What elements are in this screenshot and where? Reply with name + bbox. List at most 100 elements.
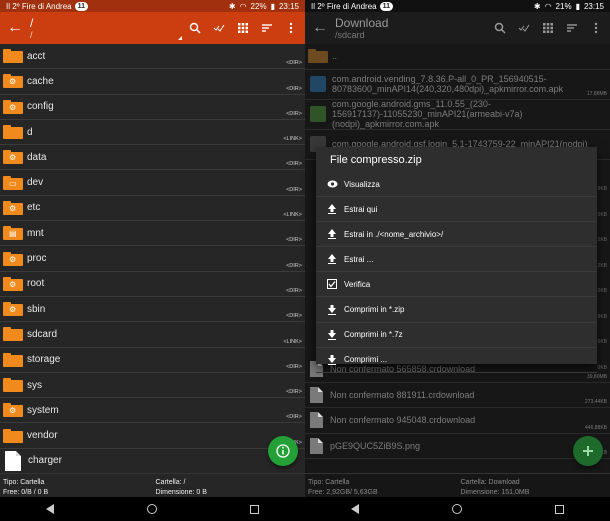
carrier-label: Il 2º Fire di Andrea <box>311 1 377 11</box>
list-item[interactable]: ⚙ data <DIR> <box>0 145 305 171</box>
dialog-option-label: Estrai in ./<nome_archivio>/ <box>344 229 444 239</box>
folder-icon <box>3 49 23 64</box>
folder-icon: ▤ <box>3 226 23 241</box>
dialog-option[interactable]: Estrai qui <box>316 197 597 223</box>
toolbar: ← / / <box>0 12 305 44</box>
list-item[interactable]: ⚙ proc <DIR> <box>0 246 305 272</box>
list-item[interactable]: ▤ mnt <DIR> <box>0 221 305 247</box>
item-name: sys <box>27 379 42 391</box>
nav-bar <box>305 497 610 521</box>
list-item[interactable]: sys <DIR> <box>0 373 305 399</box>
checkbox-icon <box>322 279 342 290</box>
download-icon <box>322 304 342 315</box>
dialog-option[interactable]: Comprimi in *.zip <box>316 297 597 323</box>
item-name: vendor <box>27 430 58 442</box>
info-footer: Tipo: Cartella Free: 0/B / 0 B Cartella:… <box>0 473 305 498</box>
sort-icon[interactable] <box>261 22 273 34</box>
list-item[interactable]: sdcard <LINK> <box>0 322 305 348</box>
item-type-tag: <DIR> <box>286 414 302 421</box>
list-item-parent[interactable]: .. <box>305 44 610 70</box>
list-item[interactable]: ⚙ etc <LINK> <box>0 196 305 222</box>
dialog-option[interactable]: Visualizza <box>316 172 597 198</box>
dialog-option-label: Comprimi in *.zip <box>344 305 405 315</box>
clock: 23:15 <box>278 1 299 11</box>
archive-context-dialog: File compresso.zip Visualizza Estrai qui E… <box>316 147 597 373</box>
item-type-tag: <DIR> <box>286 389 302 396</box>
dialog-option[interactable]: Verifica <box>316 272 597 298</box>
folder-icon: ⚙ <box>3 150 23 165</box>
folder-icon: ⚙ <box>3 276 23 291</box>
list-item[interactable]: ▭ dev <DIR> <box>0 170 305 196</box>
item-type-tag: <LINK> <box>283 136 302 143</box>
item-size: 39,80MB <box>586 373 607 380</box>
nav-recent-icon[interactable] <box>249 504 259 514</box>
select-all-icon[interactable] <box>213 22 225 34</box>
dialog-option-label: Visualizza <box>344 179 380 189</box>
dialog-option[interactable]: Estrai ... <box>316 247 597 273</box>
item-name: etc <box>27 202 41 214</box>
item-name: system <box>27 404 59 416</box>
list-item[interactable]: pGE9QUC5ZiB9S.png6,8KB <box>305 434 610 459</box>
list-item[interactable]: ⚙ system <DIR> <box>0 398 305 424</box>
folder-icon: ⚙ <box>3 99 23 114</box>
nav-bar <box>0 497 305 521</box>
carrier-label: Il 2º Fire di Andrea <box>6 1 72 11</box>
plus-icon <box>583 446 593 456</box>
grid-view-icon[interactable] <box>542 22 554 34</box>
grid-view-icon[interactable] <box>237 22 249 34</box>
list-item[interactable]: charger <box>0 449 305 475</box>
nav-back-icon[interactable] <box>46 504 55 514</box>
list-item[interactable]: Non confermato 881911.crdownload 273,44KB <box>305 383 610 408</box>
apk-icon <box>310 106 326 122</box>
info-fab-button[interactable] <box>268 436 298 466</box>
folder-icon: ⚙ <box>3 302 23 317</box>
list-item[interactable]: com.android.vending_7.8.36.P-all_0_PR_15… <box>305 70 610 100</box>
list-item[interactable]: ⚙ sbin <DIR> <box>0 297 305 323</box>
dropdown-corner-icon[interactable] <box>178 36 182 40</box>
nav-home-icon[interactable] <box>451 504 462 514</box>
list-item[interactable]: com.google.android.gms_11.0.55_(230-1569… <box>305 99 610 130</box>
list-item[interactable]: storage <DIR> <box>0 348 305 373</box>
nav-back-icon[interactable] <box>351 504 360 514</box>
upload-icon <box>322 204 342 215</box>
item-name: Non confermato 881911.crdownload <box>330 389 475 400</box>
back-arrow-icon[interactable]: ← <box>0 19 30 37</box>
item-name: .. <box>332 51 338 62</box>
bluetooth-icon: ✱ <box>533 1 541 11</box>
item-type-tag: <LINK> <box>283 212 302 219</box>
battery-icon: ▮ <box>270 1 275 11</box>
item-type-tag: <DIR> <box>286 262 302 269</box>
item-size: 0KB <box>597 288 607 294</box>
list-item[interactable]: vendor<LINK> <box>0 423 305 449</box>
more-options-icon[interactable] <box>285 22 297 34</box>
back-arrow-icon[interactable]: ← <box>305 19 335 37</box>
search-icon[interactable] <box>189 22 201 34</box>
list-item[interactable]: ⚙ config <DIR> <box>0 95 305 120</box>
list-item[interactable]: ⚙ root <DIR> <box>0 272 305 297</box>
item-name: com.google.android.gms_11.0.55_(230-1569… <box>332 99 523 129</box>
list-item[interactable]: ⚙ cache <DIR> <box>0 69 305 95</box>
nav-home-icon[interactable] <box>146 504 157 514</box>
item-size: 2KB <box>597 262 607 269</box>
item-name: data <box>27 151 47 163</box>
battery-level: 21% <box>555 1 572 11</box>
list-item[interactable]: Non confermato 945048.crdownload 446,88KB <box>305 408 610 434</box>
item-name: root <box>27 278 45 290</box>
search-icon[interactable] <box>494 22 506 34</box>
item-size: 5KB <box>597 237 607 243</box>
notification-badge: 11 <box>74 1 89 11</box>
dialog-option[interactable]: Estrai in ./<nome_archivio>/ <box>316 222 597 248</box>
nav-recent-icon[interactable] <box>554 504 564 514</box>
select-all-icon[interactable] <box>518 22 530 34</box>
file-icon <box>5 450 21 471</box>
item-size: 446,88KB <box>585 424 607 431</box>
add-fab-button[interactable] <box>573 436 603 466</box>
more-options-icon[interactable] <box>590 22 602 34</box>
dialog-option[interactable]: Comprimi in *.7z <box>316 323 597 348</box>
list-item[interactable]: d <LINK> <box>0 120 305 146</box>
list-item[interactable]: acct <DIR> <box>0 44 305 70</box>
folder-icon <box>3 125 23 140</box>
dialog-option[interactable]: Comprimi ... <box>316 348 597 373</box>
sort-icon[interactable] <box>566 22 578 34</box>
file-list: acct <DIR> ⚙ cache <DIR> ⚙ config <DIR> d <LINK> ⚙… <box>0 44 305 475</box>
